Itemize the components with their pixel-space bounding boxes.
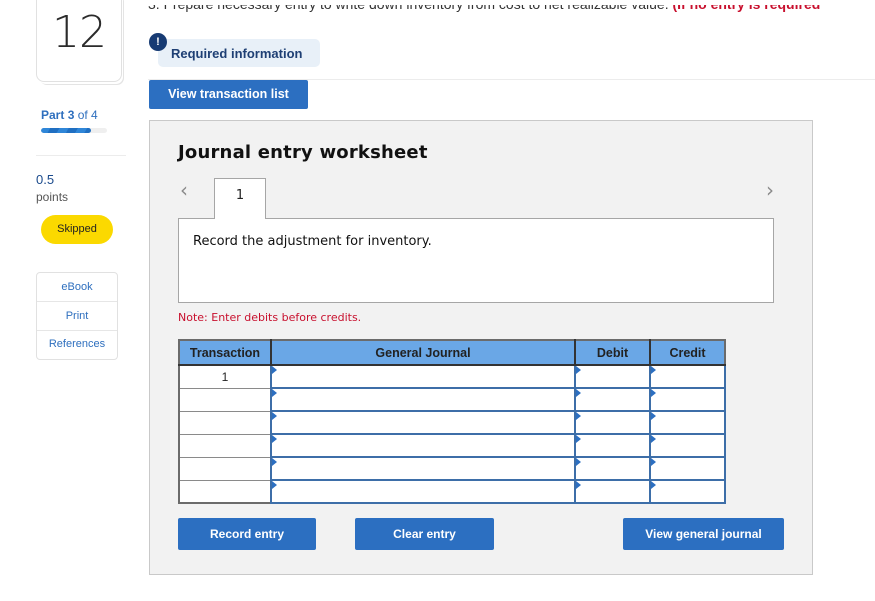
- table-header-row: Transaction General Journal Debit Credit: [179, 340, 725, 366]
- question-number-card: 12: [36, 0, 122, 82]
- credit-input[interactable]: [651, 389, 724, 410]
- column-header-general-journal: General Journal: [271, 340, 576, 366]
- references-link[interactable]: References: [37, 331, 117, 359]
- credit-input[interactable]: [651, 481, 724, 502]
- debit-cell: [574, 479, 651, 504]
- general-journal-cell: [270, 456, 576, 481]
- column-header-debit: Debit: [575, 340, 651, 366]
- instruction-note: (If no entry is required: [672, 0, 821, 12]
- points-value: 0.5: [36, 172, 55, 187]
- print-link[interactable]: Print: [37, 302, 117, 331]
- general-journal-cell: [270, 433, 576, 458]
- debit-credit-note: Note: Enter debits before credits.: [178, 311, 362, 324]
- credit-input[interactable]: [651, 412, 724, 433]
- prompt-text: Record the adjustment for inventory.: [193, 234, 432, 249]
- credit-cell: [649, 456, 726, 481]
- worksheet-tab-1[interactable]: 1: [214, 178, 266, 219]
- record-entry-button[interactable]: Record entry: [178, 518, 316, 550]
- credit-input[interactable]: [651, 435, 724, 456]
- view-general-journal-button[interactable]: View general journal: [623, 518, 784, 550]
- general-journal-cell: [270, 479, 576, 504]
- journal-table: Transaction General Journal Debit Credit…: [178, 339, 726, 504]
- view-transaction-list-button[interactable]: View transaction list: [149, 80, 308, 109]
- part-total: of 4: [77, 108, 98, 122]
- debit-input[interactable]: [576, 481, 649, 502]
- sidebar-divider: [36, 155, 126, 156]
- required-information-label[interactable]: Required information: [171, 46, 302, 61]
- debit-cell: [574, 410, 651, 435]
- chevron-left-icon[interactable]: ‹: [180, 178, 188, 202]
- table-row: [178, 410, 726, 435]
- debit-input[interactable]: [576, 458, 649, 479]
- debit-input[interactable]: [576, 412, 649, 433]
- general-journal-cell: [270, 364, 576, 389]
- part-progress-bar: [41, 128, 107, 133]
- general-journal-cell: [270, 387, 576, 412]
- credit-cell: [649, 433, 726, 458]
- points-label: points: [36, 190, 69, 204]
- general-journal-input[interactable]: [272, 435, 574, 456]
- question-number: 12: [52, 7, 107, 58]
- transaction-cell: [178, 479, 272, 504]
- transaction-cell: [178, 410, 272, 435]
- prompt-box: Record the adjustment for inventory.: [178, 218, 774, 303]
- status-badge: Skipped: [41, 215, 113, 244]
- credit-cell: [649, 479, 726, 504]
- part-progress-fill: [41, 128, 91, 133]
- alert-icon: !: [149, 33, 167, 51]
- clear-entry-button[interactable]: Clear entry: [355, 518, 494, 550]
- instruction-main: 3. Prepare necessary entry to write down…: [148, 0, 673, 12]
- credit-cell: [649, 364, 726, 389]
- credit-cell: [649, 410, 726, 435]
- chevron-right-icon[interactable]: ›: [766, 178, 774, 202]
- general-journal-input[interactable]: [272, 481, 574, 502]
- credit-input[interactable]: [651, 458, 724, 479]
- general-journal-input[interactable]: [272, 389, 574, 410]
- part-label: Part: [41, 108, 65, 122]
- transaction-cell: [178, 433, 272, 458]
- debit-input[interactable]: [576, 435, 649, 456]
- general-journal-cell: [270, 410, 576, 435]
- ebook-link[interactable]: eBook: [37, 273, 117, 302]
- table-row: [178, 479, 726, 504]
- general-journal-input[interactable]: [272, 412, 574, 433]
- debit-input[interactable]: [576, 366, 649, 387]
- part-indicator: Part 3 of 4: [41, 108, 98, 122]
- transaction-cell: [178, 456, 272, 481]
- general-journal-input[interactable]: [272, 458, 574, 479]
- credit-input[interactable]: [651, 366, 724, 387]
- table-row: 1: [178, 364, 726, 389]
- credit-cell: [649, 387, 726, 412]
- general-journal-input[interactable]: [272, 366, 574, 387]
- transaction-cell: 1: [178, 364, 272, 389]
- debit-cell: [574, 433, 651, 458]
- worksheet-title: Journal entry worksheet: [178, 142, 428, 163]
- part-current: 3: [67, 108, 75, 122]
- instruction-text: 3. Prepare necessary entry to write down…: [148, 0, 821, 12]
- table-row: [178, 387, 726, 412]
- debit-cell: [574, 387, 651, 412]
- debit-cell: [574, 364, 651, 389]
- debit-cell: [574, 456, 651, 481]
- tools-menu: eBook Print References: [36, 272, 118, 360]
- transaction-cell: [178, 387, 272, 412]
- column-header-credit: Credit: [650, 340, 725, 366]
- column-header-transaction: Transaction: [179, 340, 272, 366]
- table-row: [178, 456, 726, 481]
- journal-entry-worksheet: Journal entry worksheet ‹ 1 › Record the…: [149, 120, 813, 575]
- table-row: [178, 433, 726, 458]
- debit-input[interactable]: [576, 389, 649, 410]
